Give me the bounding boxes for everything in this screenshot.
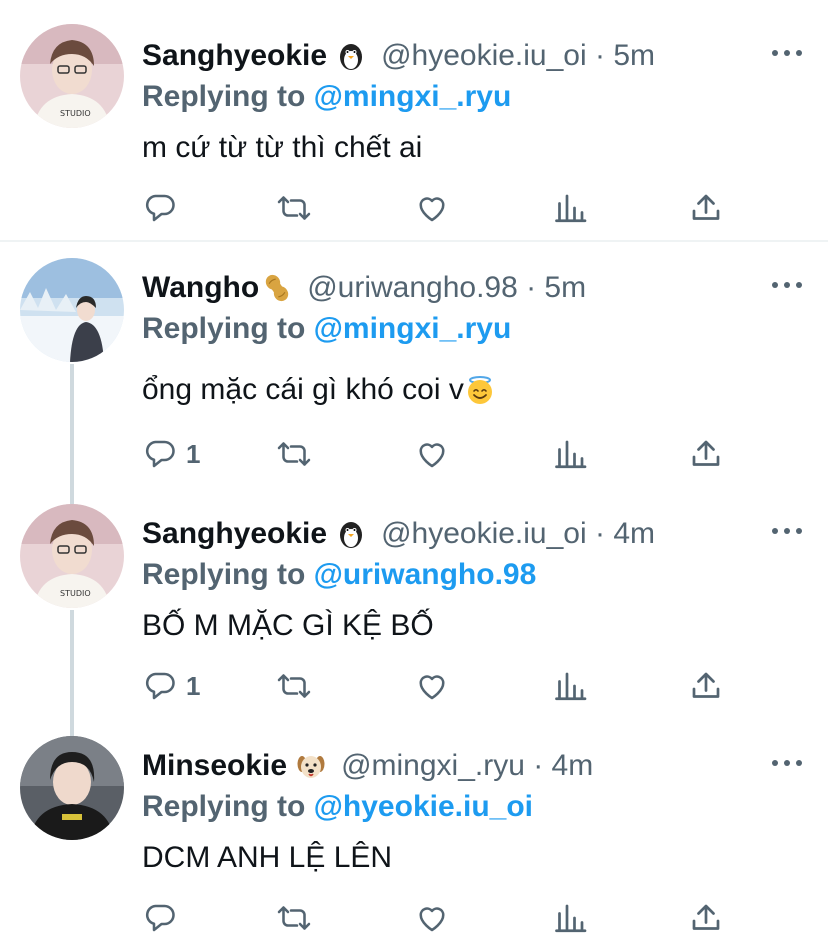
like-button[interactable] [414, 666, 450, 706]
peanut-emoji-icon [261, 272, 293, 304]
share-icon [692, 194, 720, 220]
handle[interactable]: @uriwangho.98 · 5m [307, 271, 586, 305]
share-button[interactable] [688, 434, 724, 474]
like-icon [419, 197, 445, 222]
svg-text:STUDIO: STUDIO [60, 109, 91, 118]
analytics-button[interactable] [552, 188, 588, 228]
retweet-button[interactable] [276, 188, 312, 228]
tweet[interactable]: STUDIO Sanghyeokie @hyeokie.iu_oi · 5m R… [0, 0, 828, 240]
share-button[interactable] [688, 666, 724, 706]
tweet-text: DCM ANH LỆ LÊN [142, 838, 392, 878]
tweet-actions [142, 898, 722, 938]
dog-emoji-icon [295, 750, 327, 782]
retweet-button[interactable] [276, 898, 312, 938]
analytics-icon [555, 904, 587, 933]
analytics-button[interactable] [552, 666, 588, 706]
mention-link[interactable]: @mingxi_.ryu [314, 312, 512, 345]
like-button[interactable] [414, 434, 450, 474]
reply-button[interactable]: 1 [142, 666, 200, 706]
tweet-text-content: DCM ANH LỆ LÊN [142, 841, 393, 874]
retweet-icon [277, 196, 311, 220]
avatar[interactable] [20, 736, 124, 840]
replying-to: Replying to @hyeokie.iu_oi [142, 790, 533, 828]
tweet-header: Minseokie @mingxi_.ryu · 4m [142, 746, 593, 786]
handle[interactable]: @hyeokie.iu_oi · 4m [381, 517, 655, 551]
mention-link[interactable]: @mingxi_.ryu [314, 80, 512, 113]
analytics-icon [555, 672, 587, 701]
avatar[interactable] [20, 258, 124, 362]
display-name[interactable]: Sanghyeokie [142, 39, 327, 73]
tweet-actions: 1 [142, 666, 722, 706]
penguin-emoji-icon [335, 40, 367, 72]
tweet-text: m cứ từ từ thì chết ai [142, 128, 422, 168]
reply-icon [145, 904, 175, 932]
tweet[interactable]: Minseokie @mingxi_.ryu · 4m Replying to … [0, 734, 828, 948]
reply-icon [145, 194, 175, 222]
avatar[interactable]: STUDIO [20, 24, 124, 128]
tweet-text: ổng mặc cái gì khó coi v [142, 370, 496, 410]
like-icon [419, 443, 445, 468]
handle[interactable]: @hyeokie.iu_oi · 5m [381, 39, 655, 73]
retweet-icon [277, 906, 311, 930]
more-options-icon[interactable] [772, 748, 802, 778]
tweet-header: Wangho @uriwangho.98 · 5m [142, 268, 586, 308]
replying-prefix: Replying to [142, 312, 314, 345]
reply-button[interactable] [142, 898, 186, 938]
svg-text:STUDIO: STUDIO [60, 589, 91, 598]
avatar[interactable]: STUDIO [20, 504, 124, 608]
like-icon [419, 907, 445, 932]
handle[interactable]: @mingxi_.ryu · 4m [341, 749, 593, 783]
tweet[interactable]: Wangho @uriwangho.98 · 5m Replying to @m… [0, 242, 828, 488]
share-icon [692, 904, 720, 930]
mention-link[interactable]: @hyeokie.iu_oi [314, 790, 533, 823]
like-button[interactable] [414, 898, 450, 938]
replying-prefix: Replying to [142, 558, 314, 591]
halo-smile-emoji-icon [464, 374, 496, 406]
replying-to: Replying to @mingxi_.ryu [142, 80, 511, 118]
reply-count: 1 [186, 670, 201, 701]
penguin-emoji-icon [335, 518, 367, 550]
share-button[interactable] [688, 188, 724, 228]
reply-button[interactable] [142, 188, 186, 228]
like-icon [419, 675, 445, 700]
replying-prefix: Replying to [142, 80, 314, 113]
analytics-icon [555, 194, 587, 223]
tweet-header: Sanghyeokie @hyeokie.iu_oi · 4m [142, 514, 655, 554]
retweet-icon [277, 674, 311, 698]
more-options-icon[interactable] [772, 516, 802, 546]
analytics-button[interactable] [552, 434, 588, 474]
replying-to: Replying to @mingxi_.ryu [142, 312, 511, 350]
tweet[interactable]: STUDIO Sanghyeokie @hyeokie.iu_oi · 4m R… [0, 488, 828, 734]
reply-count: 1 [186, 438, 201, 469]
reply-icon [145, 672, 175, 700]
like-button[interactable] [414, 188, 450, 228]
reply-button[interactable]: 1 [142, 434, 200, 474]
display-name[interactable]: Sanghyeokie [142, 517, 327, 551]
tweet-text-content: m cứ từ từ thì chết ai [142, 131, 423, 164]
more-options-icon[interactable] [772, 270, 802, 300]
retweet-button[interactable] [276, 666, 312, 706]
mention-link[interactable]: @uriwangho.98 [314, 558, 537, 591]
tweet-text-content: ổng mặc cái gì khó coi v [142, 373, 464, 406]
replying-prefix: Replying to [142, 790, 314, 823]
tweet-text: BỐ M MẶC GÌ KỆ BỐ [142, 606, 434, 646]
analytics-button[interactable] [552, 898, 588, 938]
tweet-actions [142, 188, 722, 228]
tweet-text-content: BỐ M MẶC GÌ KỆ BỐ [142, 609, 434, 642]
tweet-header: Sanghyeokie @hyeokie.iu_oi · 5m [142, 36, 655, 76]
more-options-icon[interactable] [772, 38, 802, 68]
reply-icon [145, 440, 175, 468]
retweet-icon [277, 442, 311, 466]
share-icon [692, 440, 720, 466]
share-button[interactable] [688, 898, 724, 938]
display-name[interactable]: Minseokie [142, 749, 287, 783]
replying-to: Replying to @uriwangho.98 [142, 558, 536, 596]
tweet-actions: 1 [142, 434, 722, 474]
share-icon [692, 672, 720, 698]
retweet-button[interactable] [276, 434, 312, 474]
display-name[interactable]: Wangho [142, 271, 259, 305]
analytics-icon [555, 440, 587, 469]
